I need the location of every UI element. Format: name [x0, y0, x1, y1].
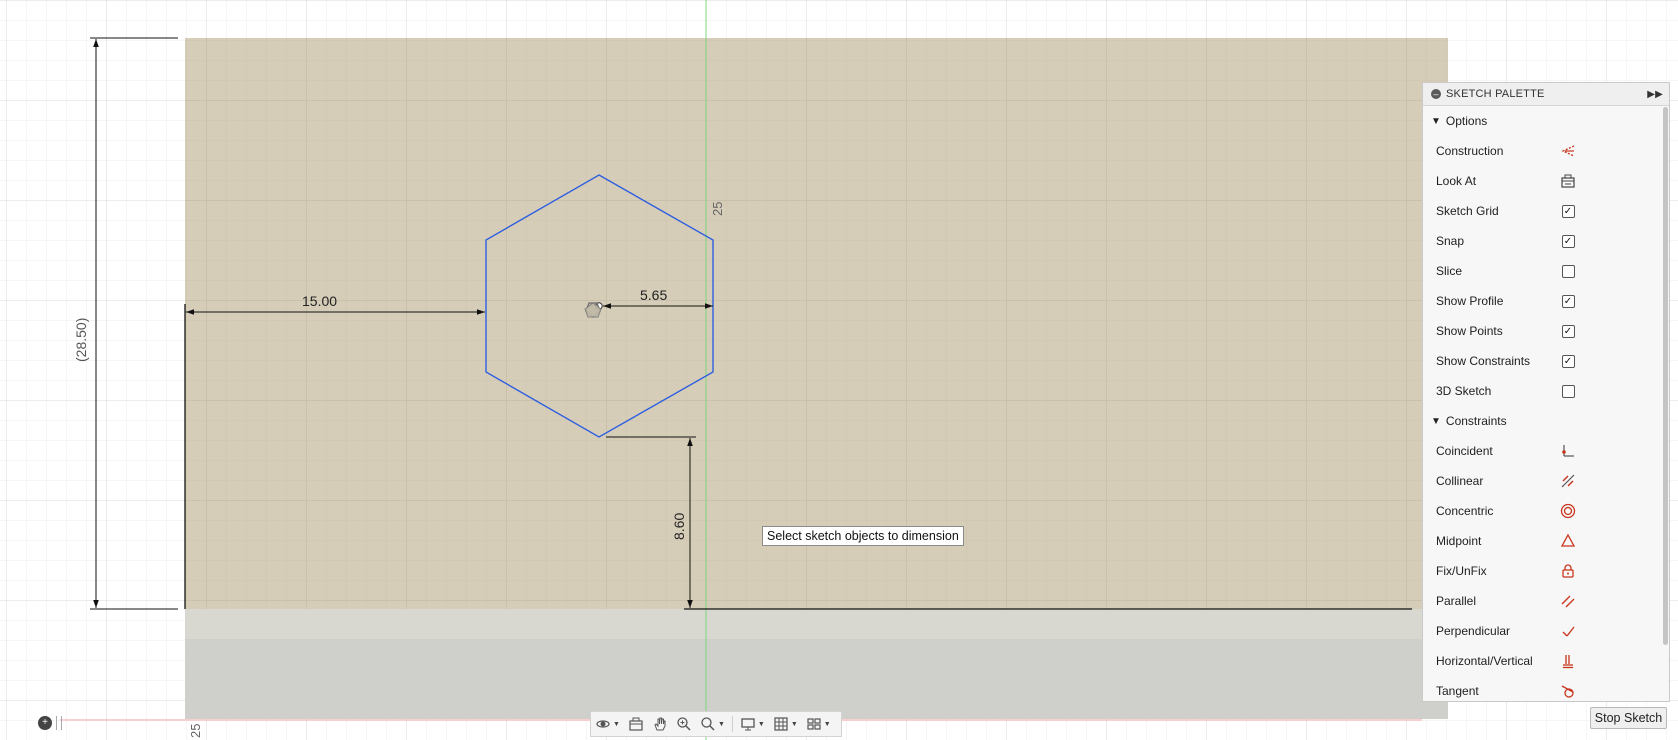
show-points-checkbox[interactable]: ✓: [1561, 324, 1575, 338]
look-at-icon[interactable]: [1560, 173, 1576, 189]
zoom-icon: [677, 717, 691, 731]
option-snap[interactable]: Snap ✓: [1423, 226, 1669, 256]
triangle-down-icon: ▼: [1431, 415, 1441, 427]
chevron-down-icon: ▼: [717, 720, 725, 728]
constraint-horizontal-vertical[interactable]: Horizontal/Vertical: [1423, 646, 1669, 676]
lock-icon[interactable]: [1560, 563, 1576, 579]
option-3d-sketch[interactable]: 3D Sketch: [1423, 376, 1669, 406]
option-show-points[interactable]: Show Points ✓: [1423, 316, 1669, 346]
dim-ref-height[interactable]: (28.50): [73, 318, 89, 362]
orbit-tool[interactable]: ▼: [595, 716, 620, 732]
option-show-profile[interactable]: Show Profile ✓: [1423, 286, 1669, 316]
slice-checkbox[interactable]: [1561, 264, 1575, 278]
viewports-tool[interactable]: ▼: [806, 716, 831, 732]
palette-title: SKETCH PALETTE: [1446, 88, 1545, 100]
coincident-icon[interactable]: [1560, 443, 1576, 459]
tangent-icon[interactable]: [1560, 683, 1576, 699]
dim-height[interactable]: 8.60: [671, 513, 687, 540]
dim-radius[interactable]: 5.65: [640, 287, 667, 303]
add-comment-icon[interactable]: +: [38, 716, 52, 730]
constraints-section-header[interactable]: ▼ Constraints: [1423, 406, 1669, 436]
grid-settings-tool[interactable]: ▼: [773, 716, 798, 732]
grid-icon: [774, 717, 788, 731]
option-sketch-grid[interactable]: Sketch Grid ✓: [1423, 196, 1669, 226]
construction-icon[interactable]: [1560, 143, 1576, 159]
constraint-collinear[interactable]: Collinear: [1423, 466, 1669, 496]
palette-collapse-icon[interactable]: –: [1431, 89, 1441, 99]
chevron-down-icon: ▼: [790, 720, 798, 728]
option-slice[interactable]: Slice: [1423, 256, 1669, 286]
constraint-parallel[interactable]: Parallel: [1423, 586, 1669, 616]
dimension-tooltip: Select sketch objects to dimension: [762, 526, 964, 546]
zoom-tool[interactable]: [676, 716, 692, 732]
chevron-down-icon: ▼: [613, 720, 620, 728]
show-constraints-checkbox[interactable]: ✓: [1561, 354, 1575, 368]
viewports-icon: [807, 718, 821, 730]
pan-tool[interactable]: [652, 716, 668, 732]
show-profile-checkbox[interactable]: ✓: [1561, 294, 1575, 308]
options-header-label: Options: [1445, 114, 1488, 128]
look-at-icon: [629, 717, 643, 731]
display-icon: [741, 718, 755, 731]
navigation-toolbar: ▼ ▼ ▼ ▼ ▼: [590, 711, 842, 737]
palette-expand-icon[interactable]: ▶▶: [1647, 89, 1663, 100]
chevron-down-icon: ▼: [757, 720, 765, 728]
collinear-icon[interactable]: [1560, 473, 1576, 489]
axis-label-top: 25: [710, 202, 725, 216]
look-at-tool[interactable]: [628, 716, 644, 732]
orbit-icon: [596, 720, 610, 728]
palette-drag-handle[interactable]: [1423, 83, 1431, 105]
dim-width[interactable]: 15.00: [302, 293, 337, 309]
option-show-constraints[interactable]: Show Constraints ✓: [1423, 346, 1669, 376]
midpoint-icon[interactable]: [1560, 533, 1576, 549]
sketch-palette: – SKETCH PALETTE ▶▶ ▼ Options Constructi…: [1422, 82, 1670, 702]
panel-grip-handle[interactable]: [56, 716, 62, 730]
constraint-tangent[interactable]: Tangent: [1423, 676, 1669, 701]
option-construction[interactable]: Construction: [1423, 136, 1669, 166]
display-settings-tool[interactable]: ▼: [740, 716, 765, 732]
stop-sketch-button[interactable]: Stop Sketch: [1590, 707, 1667, 729]
palette-scrollbar[interactable]: [1663, 107, 1668, 645]
parallel-icon[interactable]: [1560, 593, 1576, 609]
options-section-header[interactable]: ▼ Options: [1423, 106, 1669, 136]
palette-header[interactable]: – SKETCH PALETTE ▶▶: [1423, 83, 1669, 106]
zoom-window-icon: [701, 717, 715, 731]
concentric-icon[interactable]: [1560, 503, 1576, 519]
3d-sketch-checkbox[interactable]: [1561, 384, 1575, 398]
axis-label-bottom: 25: [188, 724, 203, 738]
constraint-midpoint[interactable]: Midpoint: [1423, 526, 1669, 556]
constraint-fix-unfix[interactable]: Fix/UnFix: [1423, 556, 1669, 586]
fit-tool[interactable]: ▼: [700, 716, 725, 732]
constraints-header-label: Constraints: [1445, 414, 1507, 428]
horizontal-vertical-icon[interactable]: [1560, 653, 1576, 669]
snap-checkbox[interactable]: ✓: [1561, 234, 1575, 248]
perpendicular-icon[interactable]: [1560, 623, 1576, 639]
triangle-down-icon: ▼: [1431, 115, 1441, 127]
hand-icon: [654, 717, 666, 731]
sketch-grid-checkbox[interactable]: ✓: [1561, 204, 1575, 218]
constraint-coincident[interactable]: Coincident: [1423, 436, 1669, 466]
constraint-concentric[interactable]: Concentric: [1423, 496, 1669, 526]
option-look-at[interactable]: Look At: [1423, 166, 1669, 196]
constraint-perpendicular[interactable]: Perpendicular: [1423, 616, 1669, 646]
chevron-down-icon: ▼: [823, 720, 831, 728]
